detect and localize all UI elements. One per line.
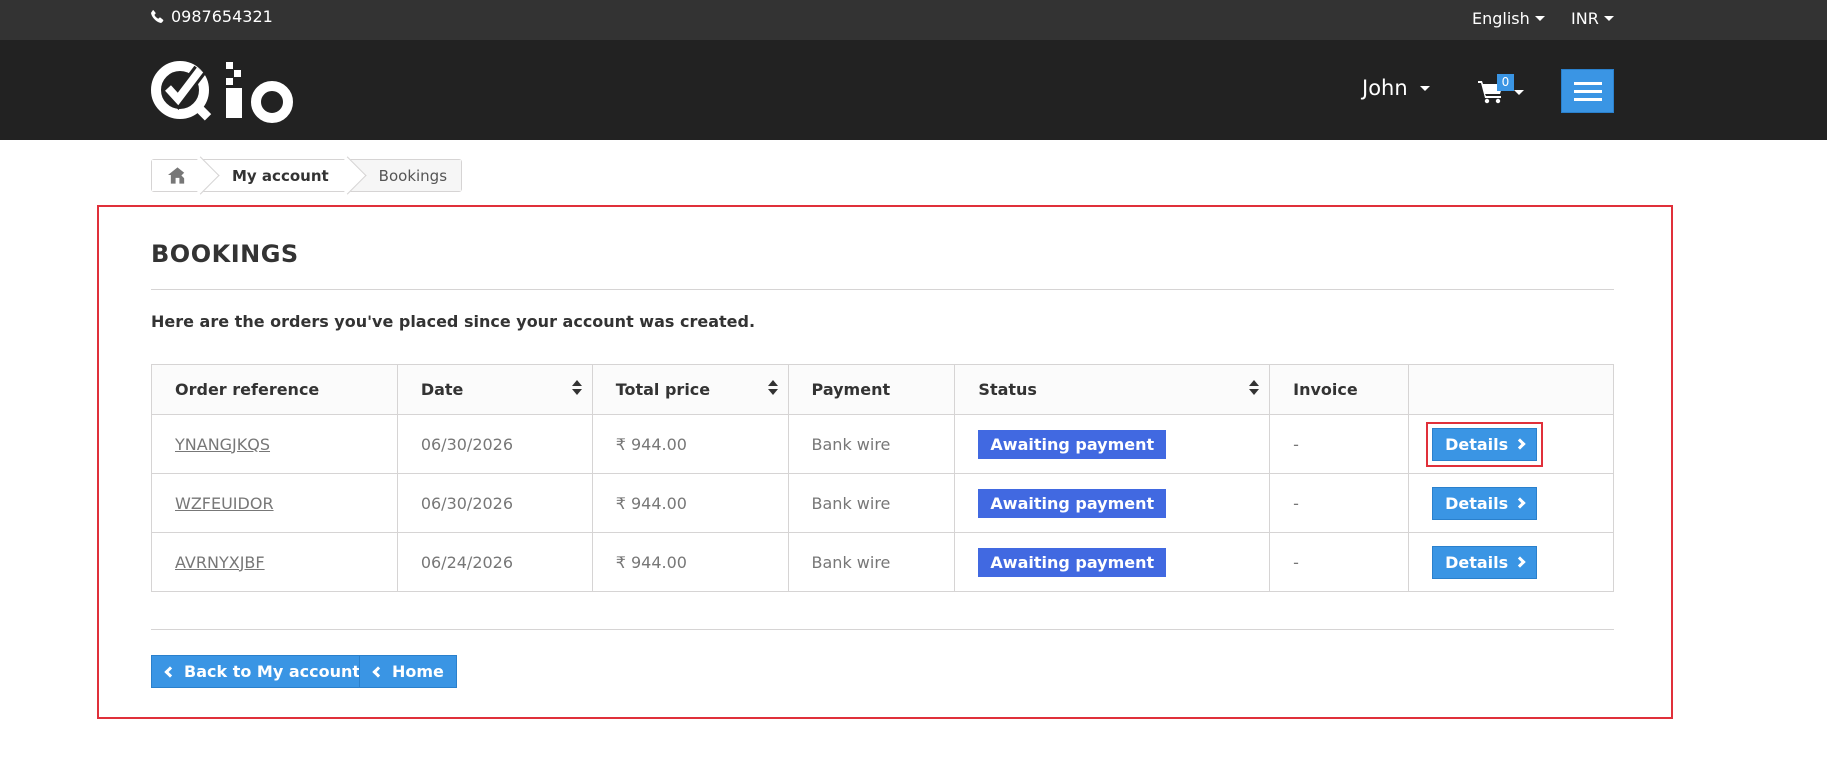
divider — [151, 289, 1614, 290]
breadcrumb-label: Bookings — [378, 166, 448, 185]
currency-selector[interactable]: INR — [1571, 9, 1614, 28]
hamburger-icon — [1573, 81, 1602, 85]
status-badge: Awaiting payment — [978, 488, 1167, 518]
header-total-price[interactable]: Total price — [591, 364, 789, 415]
caret-down-icon — [1603, 16, 1614, 21]
cell-payment: Bank wire — [787, 532, 956, 592]
back-to-account-button[interactable]: Back to My account — [151, 655, 374, 688]
cell-status: Awaiting payment — [954, 473, 1271, 533]
breadcrumb: My account Bookings — [151, 156, 463, 195]
cell-date: 06/30/2026 — [396, 414, 593, 474]
page-title: BOOKINGS — [151, 240, 299, 268]
header-label: Date — [420, 380, 464, 399]
chevron-right-icon — [1514, 497, 1526, 509]
currency-label: INR — [1571, 9, 1599, 28]
language-label: English — [1472, 9, 1530, 28]
phone-number: 0987654321 — [171, 7, 273, 26]
cell-date: 06/30/2026 — [396, 473, 593, 533]
cell-total: ₹ 944.00 — [591, 414, 789, 474]
order-reference-link[interactable]: WZFEUIDOR — [175, 494, 274, 513]
top-bar: 0987654321 English INR — [0, 0, 1827, 40]
back-label: Back to My account — [184, 662, 361, 681]
chevron-right-icon — [1514, 438, 1526, 450]
breadcrumb-label: My account — [232, 166, 329, 185]
table-row: YNANGJKQS 06/30/2026 ₹ 944.00 Bank wire … — [151, 414, 1614, 474]
cell-payment: Bank wire — [787, 414, 956, 474]
caret-down-icon — [1514, 90, 1524, 95]
status-badge: Awaiting payment — [978, 429, 1167, 459]
table-row: WZFEUIDOR 06/30/2026 ₹ 944.00 Bank wire … — [151, 473, 1614, 533]
header-label: Status — [978, 380, 1037, 399]
chevron-left-icon — [164, 665, 176, 678]
cell-invoice: - — [1269, 532, 1410, 592]
cell-total: ₹ 944.00 — [591, 532, 789, 592]
header-order-reference: Order reference — [151, 364, 398, 415]
hamburger-menu-button[interactable] — [1561, 69, 1614, 113]
cell-invoice: - — [1269, 473, 1410, 533]
highlighted-details: Details — [1426, 421, 1544, 467]
cell-status: Awaiting payment — [954, 414, 1271, 474]
cell-reference: AVRNYXJBF — [151, 532, 398, 592]
hamburger-icon-bar — [1573, 97, 1602, 101]
divider — [151, 629, 1614, 630]
cart-count-badge: 0 — [1497, 74, 1514, 91]
table-row: AVRNYXJBF 06/24/2026 ₹ 944.00 Bank wire … — [151, 532, 1614, 592]
chevron-right-icon — [1514, 556, 1526, 568]
cell-invoice: - — [1269, 414, 1410, 474]
home-label: Home — [392, 662, 444, 681]
header-label: Total price — [615, 380, 711, 399]
chevron-left-icon — [372, 665, 384, 678]
language-selector[interactable]: English — [1472, 9, 1545, 28]
site-header: John 0 — [0, 40, 1827, 140]
cell-reference: WZFEUIDOR — [151, 473, 398, 533]
cell-action: Details — [1408, 473, 1614, 533]
phone-icon — [151, 10, 164, 23]
order-reference-link[interactable]: YNANGJKQS — [175, 435, 270, 454]
cell-date: 06/24/2026 — [396, 532, 593, 592]
cell-reference: YNANGJKQS — [151, 414, 398, 474]
user-name: John — [1362, 76, 1408, 100]
status-badge: Awaiting payment — [978, 547, 1167, 577]
cell-payment: Bank wire — [787, 473, 956, 533]
cell-action: Details — [1408, 532, 1614, 592]
sort-icon[interactable] — [1249, 380, 1260, 398]
header-invoice: Invoice — [1269, 364, 1410, 415]
header-label: Order reference — [175, 380, 320, 399]
cart-button[interactable]: 0 — [1478, 74, 1528, 110]
cell-total: ₹ 944.00 — [591, 473, 789, 533]
details-label: Details — [1445, 493, 1509, 513]
details-button[interactable]: Details — [1432, 427, 1538, 461]
user-menu[interactable]: John — [1362, 76, 1430, 100]
header-label: Payment — [811, 380, 891, 399]
header-payment: Payment — [787, 364, 956, 415]
intro-text: Here are the orders you've placed since … — [151, 312, 756, 331]
sort-icon[interactable] — [767, 380, 778, 398]
details-button[interactable]: Details — [1432, 545, 1538, 579]
details-label: Details — [1445, 552, 1509, 572]
breadcrumb-home[interactable] — [152, 156, 220, 195]
header-date[interactable]: Date — [396, 364, 593, 415]
order-reference-link[interactable]: AVRNYXJBF — [175, 553, 265, 572]
header-actions — [1408, 364, 1614, 415]
header-status[interactable]: Status — [954, 364, 1271, 415]
bookings-table: Order reference Date Total price Payment… — [151, 364, 1614, 592]
hamburger-icon-bar — [1573, 89, 1602, 93]
cell-status: Awaiting payment — [954, 532, 1271, 592]
details-button[interactable]: Details — [1432, 486, 1538, 520]
table-header-row: Order reference Date Total price Payment… — [151, 364, 1614, 415]
home-button[interactable]: Home — [359, 655, 457, 688]
sort-icon[interactable] — [571, 380, 582, 398]
logo[interactable] — [150, 52, 305, 127]
phone-contact: 0987654321 — [150, 7, 273, 26]
header-label: Invoice — [1293, 380, 1358, 399]
cell-action: Details — [1408, 414, 1614, 474]
breadcrumb-my-account[interactable]: My account — [202, 156, 367, 195]
caret-down-icon — [1534, 16, 1545, 21]
caret-down-icon — [1419, 85, 1430, 91]
details-label: Details — [1445, 434, 1509, 454]
